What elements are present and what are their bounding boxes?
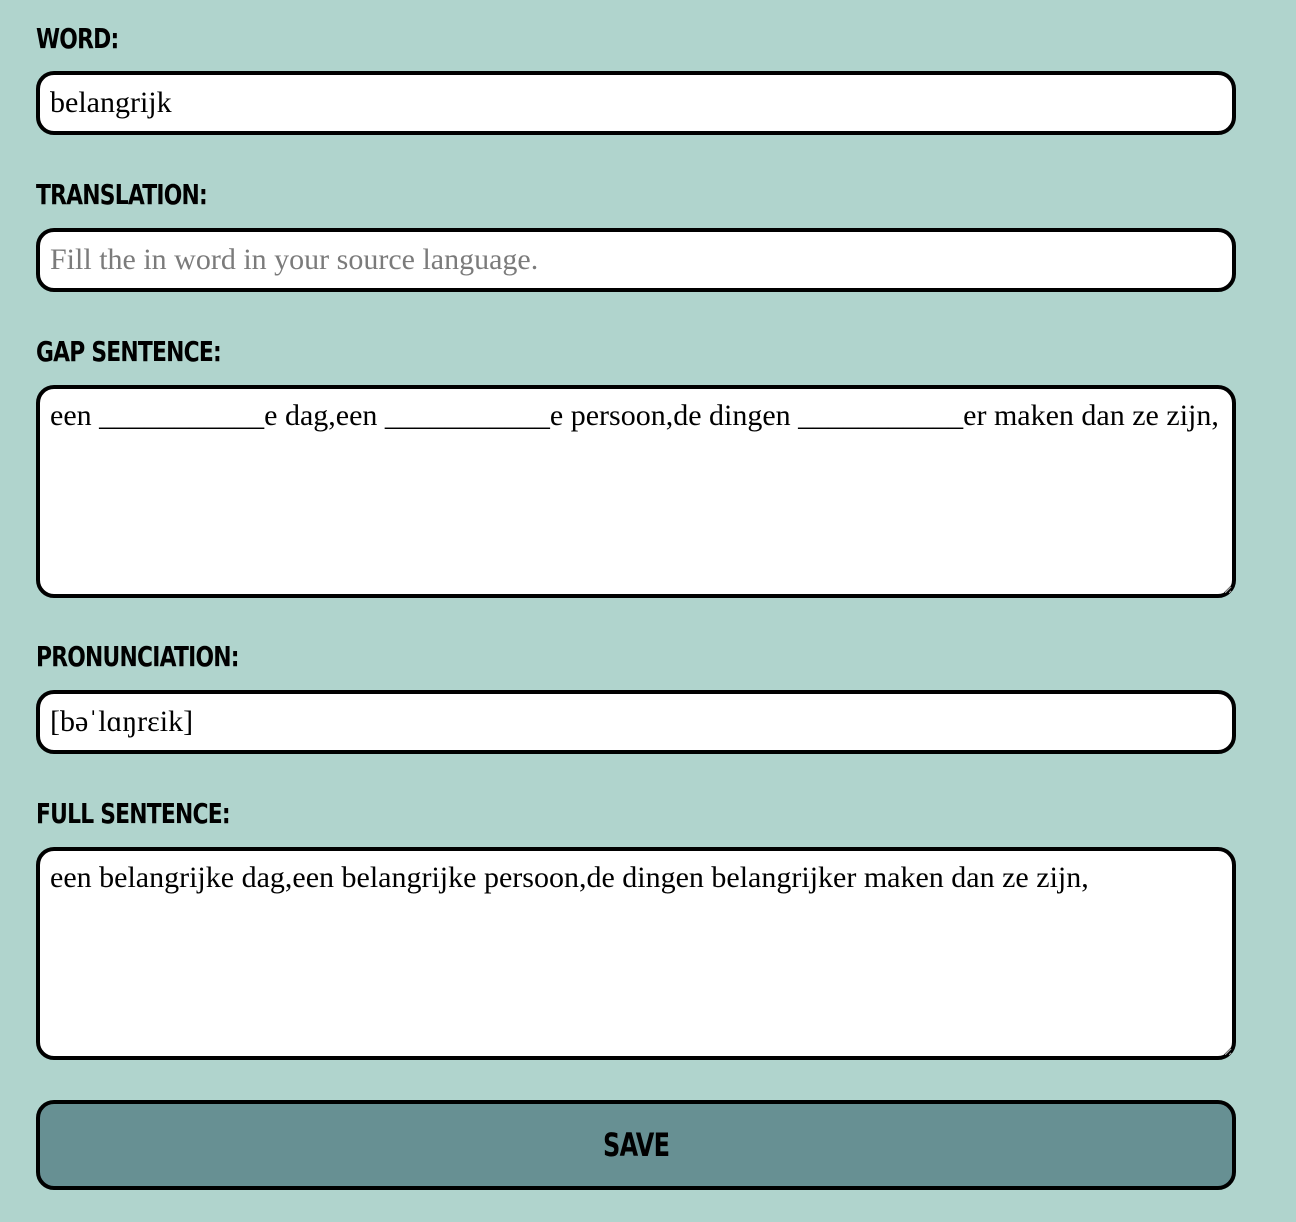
save-button[interactable]: Save [36, 1100, 1236, 1190]
translation-input[interactable] [36, 228, 1236, 292]
full-sentence-label: Full Sentence: [36, 797, 231, 830]
save-button-label: Save [602, 1126, 670, 1164]
pronunciation-input[interactable] [36, 690, 1236, 754]
vocabulary-form: Word: Translation: Gap Sentence: een ___… [0, 0, 1296, 1222]
word-label: Word: [36, 22, 119, 55]
gap-sentence-label: Gap Sentence: [36, 335, 222, 368]
pronunciation-label: Pronunciation: [36, 640, 240, 673]
translation-label: Translation: [36, 178, 208, 211]
full-sentence-textarea[interactable]: een belangrijke dag,een belangrijke pers… [36, 847, 1236, 1060]
gap-sentence-textarea[interactable]: een ___________e dag,een ___________e pe… [36, 385, 1236, 598]
word-input[interactable] [36, 71, 1236, 135]
